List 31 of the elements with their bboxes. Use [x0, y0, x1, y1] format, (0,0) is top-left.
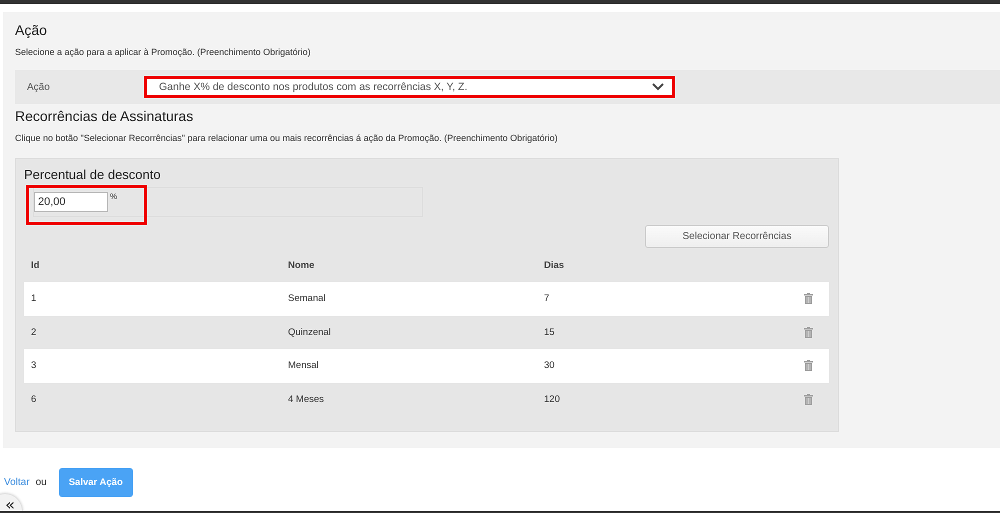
unit-label: % — [110, 192, 118, 201]
trash-icon[interactable] — [804, 326, 813, 338]
section-title: Ação — [15, 21, 48, 40]
table-cell-text: 30 — [544, 360, 556, 372]
column-header: Id — [30, 260, 40, 270]
table-cell-text: 7 — [544, 293, 550, 304]
table-cell-text: Quinzenal — [288, 326, 332, 338]
trash-icon[interactable] — [804, 394, 813, 405]
card-title: Percentual de desconto — [24, 167, 162, 182]
select-recurrences-button[interactable]: Selecionar Recorrências — [645, 225, 829, 248]
table-cell-text: 1 — [30, 293, 38, 304]
field-label: Ação — [27, 82, 51, 92]
table-cell-text: 2 — [30, 326, 38, 338]
action-select[interactable]: Ganhe X% de desconto nos produtos com as recorrências X, Y, Z. — [144, 76, 675, 98]
table-cell-text: 4 Meses — [288, 394, 325, 405]
separator-text: ou — [36, 477, 47, 488]
column-header: Nome — [288, 260, 316, 270]
section-description: Clique no botão "Selecionar Recorrências" para relacionar uma ou mais recorrências á ação da Promoção. (Preenchimento Obrigatório) — [15, 132, 559, 144]
chevron-down-icon — [652, 83, 664, 91]
table-cell-text: 120 — [544, 394, 561, 405]
table-cell-text: 15 — [544, 326, 556, 338]
column-header: Dias — [544, 260, 566, 270]
trash-icon[interactable] — [804, 360, 813, 372]
table-cell-text: 3 — [30, 360, 38, 372]
section-title: Recorrências de Assinaturas — [15, 107, 194, 126]
percent-input[interactable]: 20,00 — [34, 192, 108, 212]
table-cell-text: Mensal — [288, 360, 320, 372]
table-cell-text: 6 — [30, 394, 38, 405]
trash-icon[interactable] — [804, 293, 813, 304]
section-description: Selecione a ação para a aplicar à Promoção. (Preenchimento Obrigatório) — [15, 46, 312, 58]
table-cell-text: Semanal — [288, 293, 326, 304]
